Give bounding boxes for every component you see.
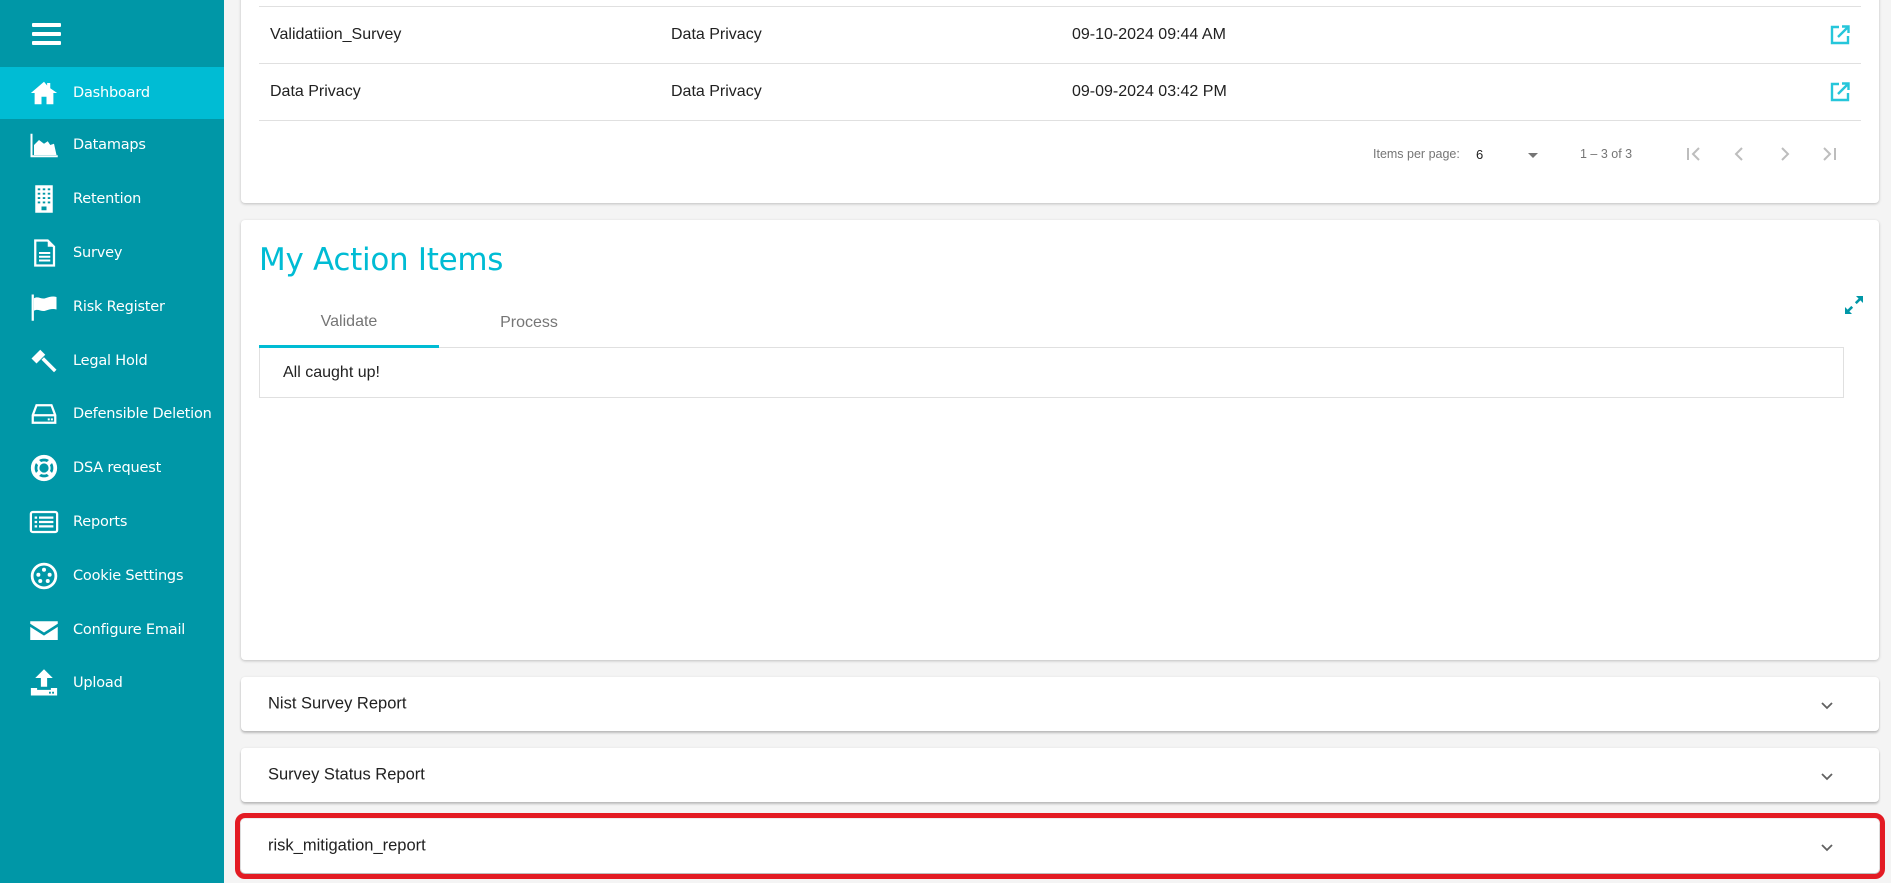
items-per-page-label: Items per page: — [1373, 147, 1460, 161]
tab-process[interactable]: Process — [439, 298, 619, 348]
document-icon — [29, 238, 59, 268]
hamburger-menu-icon[interactable] — [32, 22, 62, 46]
envelope-icon — [29, 615, 59, 645]
survey-table-card: Validatiion_Survey Data Privacy 09-10-20… — [241, 0, 1879, 203]
survey-category: Data Privacy — [671, 83, 762, 100]
panel-title: Survey Status Report — [268, 765, 425, 784]
table-row: Validatiion_Survey Data Privacy 09-10-20… — [259, 7, 1861, 64]
survey-date: 09-09-2024 03:42 PM — [1072, 83, 1227, 100]
survey-name: Data Privacy — [270, 83, 361, 100]
report-panel-survey-status[interactable]: Survey Status Report — [241, 748, 1879, 802]
sidebar-item-label: Datamaps — [73, 137, 146, 153]
panel-title: risk_mitigation_report — [268, 836, 426, 855]
sidebar-item-configure-email[interactable]: Configure Email — [0, 604, 224, 656]
panel-title: Nist Survey Report — [268, 694, 407, 713]
sidebar-item-label: Cookie Settings — [73, 568, 184, 584]
chevron-down-icon — [1821, 844, 1833, 852]
chevron-down-icon — [1821, 702, 1833, 710]
previous-page-button[interactable] — [1719, 134, 1759, 174]
chevron-left-icon — [1734, 147, 1743, 161]
empty-message: All caught up! — [283, 364, 380, 381]
chevron-right-icon — [1781, 147, 1790, 161]
open-in-new-icon[interactable] — [1828, 23, 1852, 47]
hard-drive-icon — [29, 399, 59, 429]
survey-category: Data Privacy — [671, 26, 762, 43]
sidebar-item-dashboard[interactable]: Dashboard — [0, 67, 224, 119]
upload-icon — [29, 668, 59, 698]
sidebar-item-cookie-settings[interactable]: Cookie Settings — [0, 550, 224, 602]
first-page-icon — [1687, 147, 1700, 161]
report-panel-nist-survey[interactable]: Nist Survey Report — [241, 677, 1879, 731]
sidebar-item-label: DSA request — [73, 460, 162, 476]
cookie-icon — [29, 561, 59, 591]
sidebar-item-label: Defensible Deletion — [73, 406, 212, 422]
next-page-button[interactable] — [1765, 134, 1805, 174]
sidebar-item-datamaps[interactable]: Datamaps — [0, 119, 224, 171]
tab-validate[interactable]: Validate — [259, 298, 439, 348]
survey-name: Validatiion_Survey — [270, 26, 402, 43]
sidebar-item-risk-register[interactable]: Risk Register — [0, 281, 224, 333]
action-items-tabs: Validate Process — [259, 298, 1844, 348]
table-row: Data Privacy Data Privacy 09-09-2024 03:… — [259, 64, 1861, 121]
sidebar-item-retention[interactable]: Retention — [0, 173, 224, 225]
sidebar-item-label: Legal Hold — [73, 353, 148, 369]
tab-content: All caught up! — [259, 348, 1844, 398]
sidebar-item-upload[interactable]: Upload — [0, 657, 224, 709]
sidebar-item-label: Configure Email — [73, 622, 186, 638]
life-ring-icon — [29, 453, 59, 483]
area-chart-icon — [29, 130, 59, 160]
sidebar-item-label: Upload — [73, 675, 123, 691]
sidebar-item-legal-hold[interactable]: Legal Hold — [0, 335, 224, 387]
first-page-button[interactable] — [1674, 134, 1714, 174]
sidebar-item-label: Reports — [73, 514, 128, 530]
expand-icon[interactable] — [1842, 293, 1866, 317]
sidebar-item-label: Retention — [73, 191, 142, 207]
chevron-down-icon — [1821, 773, 1833, 781]
sidebar-item-defensible-deletion[interactable]: Defensible Deletion — [0, 388, 224, 440]
survey-date: 09-10-2024 09:44 AM — [1072, 26, 1226, 43]
sidebar-item-label: Survey — [73, 245, 123, 261]
paginator: Items per page: 6 1 – 3 of 3 — [241, 121, 1879, 187]
page-range-label: 1 – 3 of 3 — [1580, 147, 1633, 161]
gavel-icon — [29, 346, 59, 376]
building-icon — [29, 184, 59, 214]
sidebar-item-dsa-request[interactable]: DSA request — [0, 442, 224, 494]
dropdown-arrow-icon — [1528, 153, 1538, 158]
sidebar-item-survey[interactable]: Survey — [0, 227, 224, 279]
sidebar: Dashboard Datamaps Retention Survey Risk… — [0, 0, 224, 883]
home-icon — [29, 78, 59, 108]
sidebar-item-label: Dashboard — [73, 85, 150, 101]
list-icon — [29, 507, 59, 537]
open-in-new-icon[interactable] — [1828, 80, 1852, 104]
last-page-icon — [1823, 147, 1836, 161]
sidebar-item-reports[interactable]: Reports — [0, 496, 224, 548]
report-panel-risk-mitigation[interactable]: risk_mitigation_report — [235, 813, 1885, 879]
sidebar-item-label: Risk Register — [73, 299, 165, 315]
items-per-page-select[interactable]: 6 — [1476, 143, 1542, 165]
last-page-button[interactable] — [1809, 134, 1849, 174]
action-items-title: My Action Items — [259, 242, 504, 278]
items-per-page-value: 6 — [1476, 147, 1484, 162]
action-items-card: My Action Items Validate Process All cau… — [241, 220, 1879, 660]
flag-icon — [29, 292, 59, 322]
